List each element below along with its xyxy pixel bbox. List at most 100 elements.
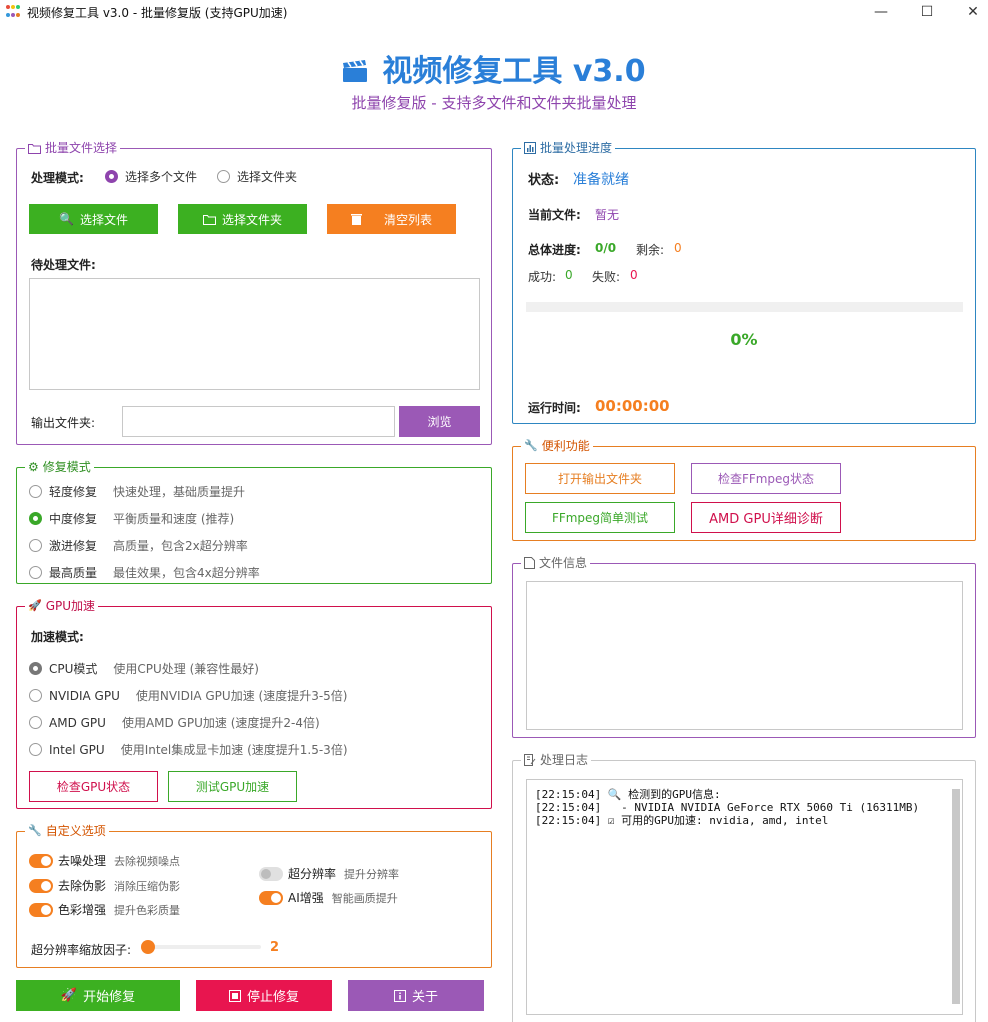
denoise-toggle[interactable]: 去噪处理 去除视频噪点 [29,852,180,869]
stop-repair-button[interactable]: 停止修复 [196,980,332,1011]
rocket-icon: 🚀 [60,988,78,1003]
amd-diagnose-button[interactable]: AMD GPU详细诊断 [691,502,841,533]
clear-list-button[interactable]: 清空列表 [327,204,456,234]
superres-toggle[interactable]: 超分辨率 提升分辨率 [259,865,399,882]
success-label: 成功: [528,270,557,284]
scale-factor-value: 2 [270,940,280,955]
folder-icon [202,214,216,225]
log-line: [22:15:04] 🔍 检测到的GPU信息: [535,788,721,801]
check-ffmpeg-button[interactable]: 检查FFmpeg状态 [691,463,841,494]
ffmpeg-test-button[interactable]: FFmpeg简单测试 [525,502,675,533]
info-icon [393,989,406,1002]
tools-group: 🔧 便利功能 打开输出文件夹 检查FFmpeg状态 FFmpeg简单测试 AMD… [512,439,976,541]
pending-files-list[interactable] [29,278,480,390]
check-gpu-button[interactable]: 检查GPU状态 [29,771,158,802]
mode-multi-radio[interactable]: 选择多个文件 [105,168,197,185]
page-subtitle: 批量修复版 - 支持多文件和文件夹批量处理 [351,94,637,112]
file-info-group: 文件信息 [512,556,976,738]
log-scrollbar[interactable] [952,789,960,1004]
magnifier-icon: 🔍 [59,212,74,226]
folder-icon [28,143,41,154]
gpu-option-cpu[interactable]: CPU模式 使用CPU处理 (兼容性最好) [29,660,259,677]
scale-factor-label: 超分辨率缩放因子: [31,943,132,957]
status-label: 状态: [528,173,560,188]
progress-group-label: 批量处理进度 [521,141,616,155]
log-box[interactable]: [22:15:04] 🔍 检测到的GPU信息: [22:15:04] - NVI… [526,779,963,1015]
clapperboard-icon [342,56,368,82]
remaining-label: 剩余: [636,243,665,257]
document-icon [524,557,535,569]
start-repair-button[interactable]: 🚀 开始修复 [16,980,180,1011]
output-folder-label: 输出文件夹: [31,416,96,430]
progress-percent: 0% [730,330,758,349]
remaining-value: 0 [674,241,682,255]
gpu-option-nvidia[interactable]: NVIDIA GPU 使用NVIDIA GPU加速 (速度提升3-5倍) [29,687,347,704]
custom-options-group: 🔧 自定义选项 去噪处理 去除视频噪点 去除伪影 消除压缩伪影 色彩增强 提升色彩质量… [16,824,492,968]
mode-folder-radio[interactable]: 选择文件夹 [217,168,297,185]
file-info-group-label: 文件信息 [521,556,591,570]
repair-mode-group: ⚙ 修复模式 轻度修复 快速处理，基础质量提升 中度修复 平衡质量和速度 (推荐) … [16,460,492,584]
browse-button[interactable]: 浏览 [399,406,480,437]
mode-label: 处理模式: [31,171,84,185]
overall-progress-value: 0/0 [595,241,617,255]
repair-mode-group-label: ⚙ 修复模式 [25,460,94,474]
log-line: [22:15:04] - NVIDIA NVIDIA GeForce RTX 5… [535,801,920,814]
window-title: 视频修复工具 v3.0 - 批量修复版 (支持GPU加速) [27,6,288,20]
wrench-icon: 🔧 [524,439,538,452]
runtime-label: 运行时间: [528,401,581,415]
log-line: [22:15:04] ☑ 可用的GPU加速: nvidia, amd, inte… [535,814,829,827]
failed-value: 0 [630,268,638,282]
file-select-group-label: 批量文件选择 [25,141,121,155]
minimize-button[interactable]: — [858,0,904,24]
trash-icon [350,214,362,225]
log-group-label: 处理日志 [521,753,592,767]
select-files-button[interactable]: 🔍 选择文件 [29,204,158,234]
status-value: 准备就绪 [573,172,629,188]
test-gpu-button[interactable]: 测试GPU加速 [168,771,297,802]
output-folder-input[interactable] [122,406,395,437]
failed-label: 失败: [592,270,621,284]
custom-options-group-label: 🔧 自定义选项 [25,824,109,838]
pending-files-label: 待处理文件: [31,258,96,272]
ai-enhance-toggle[interactable]: AI增强 智能画质提升 [259,889,398,906]
gpu-option-amd[interactable]: AMD GPU 使用AMD GPU加速 (速度提升2-4倍) [29,714,320,731]
current-file-label: 当前文件: [528,208,581,222]
select-folder-button[interactable]: 选择文件夹 [178,204,307,234]
rocket-icon: 🚀 [28,599,42,612]
close-button[interactable]: ✕ [950,0,988,24]
current-file-value: 暂无 [595,208,620,222]
progress-bar [526,302,963,312]
deartifact-toggle[interactable]: 去除伪影 消除压缩伪影 [29,877,180,894]
progress-group: 批量处理进度 状态: 准备就绪 当前文件: 暂无 总体进度: 0/0 剩余: 0… [512,141,976,424]
gear-icon: ⚙ [28,460,39,474]
title-bar: 视频修复工具 v3.0 - 批量修复版 (支持GPU加速) — ☐ ✕ [0,0,988,24]
repair-option-medium[interactable]: 中度修复 平衡质量和速度 (推荐) [29,510,234,527]
gpu-mode-label: 加速模式: [31,630,84,644]
repair-option-max[interactable]: 最高质量 最佳效果，包含4x超分辨率 [29,564,260,581]
repair-option-light[interactable]: 轻度修复 快速处理，基础质量提升 [29,483,245,500]
page-title: 视频修复工具 v3.0 [0,46,988,90]
repair-option-aggressive[interactable]: 激进修复 高质量，包含2x超分辨率 [29,537,248,554]
open-output-folder-button[interactable]: 打开输出文件夹 [525,463,675,494]
tools-group-label: 🔧 便利功能 [521,439,593,453]
log-icon [524,754,536,766]
runtime-value: 00:00:00 [595,397,670,415]
log-group: 处理日志 [22:15:04] 🔍 检测到的GPU信息: [22:15:04] … [512,753,976,1022]
stop-icon [228,989,241,1002]
color-enhance-toggle[interactable]: 色彩增强 提升色彩质量 [29,901,180,918]
bar-chart-icon [524,142,536,154]
file-info-box[interactable] [526,581,963,730]
maximize-button[interactable]: ☐ [904,0,950,24]
page-title-text: 视频修复工具 v3.0 [382,54,646,89]
app-icon [6,5,20,19]
gpu-group: 🚀 GPU加速 加速模式: CPU模式 使用CPU处理 (兼容性最好) NVIDI… [16,599,492,809]
overall-progress-label: 总体进度: [528,243,581,257]
wrench-icon: 🔧 [28,824,42,837]
slider-handle[interactable] [141,940,155,954]
scale-factor-slider[interactable] [141,940,261,954]
about-button[interactable]: 关于 [348,980,484,1011]
file-select-group: 批量文件选择 处理模式: 选择多个文件 选择文件夹 🔍 选择文件 选择文件夹 清空… [16,141,492,445]
gpu-option-intel[interactable]: Intel GPU 使用Intel集成显卡加速 (速度提升1.5-3倍) [29,741,348,758]
gpu-group-label: 🚀 GPU加速 [25,599,99,613]
success-value: 0 [565,268,573,282]
